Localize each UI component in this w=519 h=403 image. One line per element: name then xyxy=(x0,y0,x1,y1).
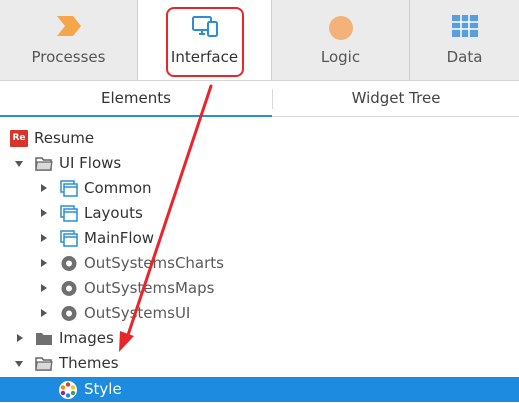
tab-data-label: Data xyxy=(446,48,483,66)
tree-item-label: Resume xyxy=(34,129,95,147)
tree-item-common[interactable]: Common xyxy=(0,176,519,201)
chevron-right-icon[interactable] xyxy=(37,226,51,251)
tree-item-outsystems-charts[interactable]: OutSystemsCharts xyxy=(0,251,519,276)
tree-item-label: UI Flows xyxy=(59,154,122,172)
tree-item-label: Common xyxy=(84,179,152,197)
chevron-right-icon[interactable] xyxy=(13,326,27,351)
tree-item-label: MainFlow xyxy=(84,229,155,247)
logic-circle-icon xyxy=(327,14,355,46)
tree-item-resume[interactable]: Re Resume xyxy=(0,126,519,151)
folder-open-icon xyxy=(35,355,53,372)
tree-item-label: Images xyxy=(59,329,114,347)
ui-flow-icon xyxy=(60,230,78,247)
tree-item-style[interactable]: Style xyxy=(0,377,519,402)
tree-item-label: Layouts xyxy=(84,204,143,222)
tree-item-mainflow[interactable]: MainFlow xyxy=(0,226,519,251)
tab-widget-tree[interactable]: Widget Tree xyxy=(273,81,519,117)
chevron-right-icon[interactable] xyxy=(37,201,51,226)
data-grid-icon xyxy=(451,14,479,42)
sub-tab-bar: Elements Widget Tree xyxy=(0,81,519,117)
chevron-down-icon[interactable] xyxy=(13,151,27,176)
tab-elements[interactable]: Elements xyxy=(0,81,272,117)
tab-processes-label: Processes xyxy=(31,48,106,66)
top-tab-bar: Processes Interface Logic Data xyxy=(0,0,519,80)
tree-item-label: Themes xyxy=(59,354,119,372)
tab-logic-label: Logic xyxy=(320,48,361,66)
tab-data[interactable]: Data xyxy=(410,0,519,80)
ui-flow-icon xyxy=(60,205,78,222)
chevron-down-icon[interactable] xyxy=(13,351,27,376)
processes-chevron-icon xyxy=(55,14,83,42)
tree-item-label: OutSystemsUI xyxy=(84,304,191,322)
tree-item-themes[interactable]: Themes xyxy=(0,351,519,376)
interface-tab-highlight xyxy=(166,7,244,77)
chevron-right-icon[interactable] xyxy=(37,276,51,301)
theme-palette-icon xyxy=(58,380,78,400)
tree-item-layouts[interactable]: Layouts xyxy=(0,201,519,226)
dependency-module-icon xyxy=(60,305,78,322)
tree-item-label: Style xyxy=(84,380,122,398)
dependency-module-icon xyxy=(60,255,78,272)
tree-item-outsystems-ui[interactable]: OutSystemsUI xyxy=(0,301,519,326)
tree-item-label: OutSystemsMaps xyxy=(84,279,215,297)
chevron-right-icon[interactable] xyxy=(37,301,51,326)
tree-item-images[interactable]: Images xyxy=(0,326,519,351)
tab-processes[interactable]: Processes xyxy=(0,0,138,80)
tab-logic[interactable]: Logic xyxy=(272,0,410,80)
resume-module-icon: Re xyxy=(10,130,28,147)
folder-open-icon xyxy=(35,155,53,172)
tree-item-ui-flows[interactable]: UI Flows xyxy=(0,151,519,176)
dependency-module-icon xyxy=(60,280,78,297)
chevron-right-icon[interactable] xyxy=(37,176,51,201)
folder-icon xyxy=(35,330,53,347)
tree-item-label: OutSystemsCharts xyxy=(84,254,224,272)
tree-item-outsystems-maps[interactable]: OutSystemsMaps xyxy=(0,276,519,301)
chevron-right-icon[interactable] xyxy=(37,251,51,276)
ui-flow-icon xyxy=(60,180,78,197)
